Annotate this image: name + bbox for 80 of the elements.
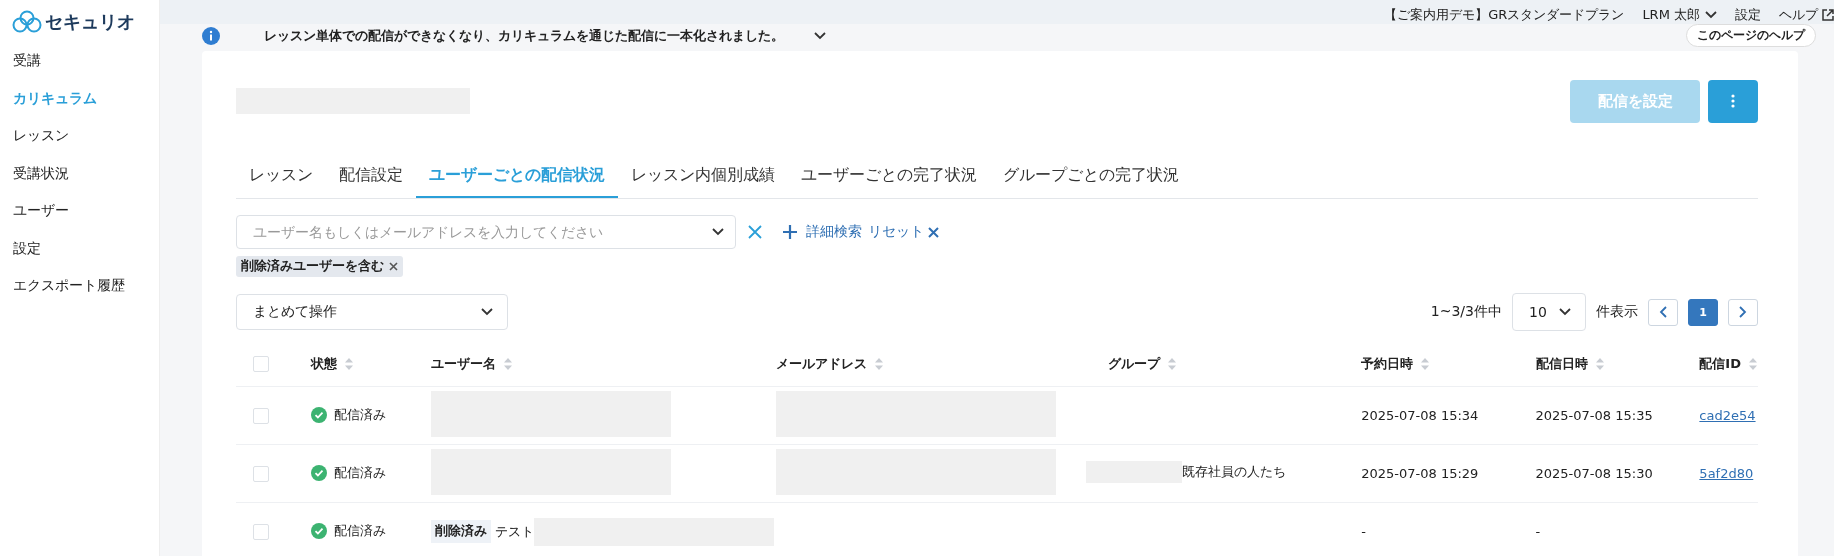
check-circle-icon: [311, 464, 328, 481]
filter-tag[interactable]: 削除済みユーザーを含む: [236, 256, 403, 277]
reset-link[interactable]: リセット: [868, 223, 939, 241]
page-help-button[interactable]: このページのヘルプ: [1686, 24, 1816, 47]
column-header[interactable]: 予約日時: [1361, 354, 1414, 373]
sort-icon[interactable]: [875, 357, 884, 370]
sort-icon[interactable]: [1421, 357, 1430, 370]
logo-icon: [12, 10, 42, 34]
chevron-down-icon: [1705, 11, 1717, 19]
checkbox[interactable]: [253, 465, 269, 482]
delivery-id-link[interactable]: cad2e54: [1699, 408, 1756, 423]
table-cell: テスト: [495, 522, 535, 541]
tab[interactable]: 配信設定: [326, 157, 416, 198]
plus-icon: [782, 224, 798, 240]
deleted-badge: 削除済み: [431, 520, 492, 543]
tab[interactable]: レッスン: [236, 157, 326, 198]
settings-link[interactable]: 設定: [1735, 6, 1761, 24]
info-icon: [202, 26, 220, 45]
chevron-left-icon: [1659, 306, 1667, 318]
check-circle-icon: [311, 522, 328, 539]
column-header[interactable]: メールアドレス: [776, 354, 868, 373]
per-page-dropdown[interactable]: 10: [1512, 293, 1586, 331]
table-cell: 既存社員の人たち: [1182, 463, 1287, 481]
result-count: 1~3/3件中: [1430, 303, 1502, 321]
sort-icon[interactable]: [345, 357, 354, 370]
sidebar-item[interactable]: エクスポート履歴: [0, 267, 159, 305]
chevron-down-icon[interactable]: [814, 31, 826, 40]
status-text: 配信済み: [334, 405, 387, 424]
sidebar-item[interactable]: 設定: [0, 229, 159, 267]
per-page-label: 件表示: [1596, 303, 1638, 321]
sort-icon[interactable]: [1168, 357, 1177, 370]
logo-text: セキュリオ: [45, 10, 135, 34]
search-field[interactable]: ユーザー名もしくはメールアドレスを入力してください: [236, 215, 736, 249]
user-menu[interactable]: LRM 太郎: [1642, 6, 1717, 24]
chevron-right-icon: [1739, 306, 1747, 318]
chevron-down-icon: [481, 308, 493, 316]
more-button[interactable]: [1708, 79, 1758, 123]
close-icon[interactable]: [389, 262, 398, 271]
table-cell: 2025-07-08 15:35: [1535, 408, 1653, 423]
status-text: 配信済み: [334, 521, 387, 540]
column-header[interactable]: 配信ID: [1699, 354, 1741, 373]
notice-text: レッスン単体での配信ができなくなり、カリキュラムを通じた配信に一本化されました。: [264, 26, 784, 45]
check-circle-icon: [311, 406, 328, 423]
plan-name[interactable]: 【ご案内用デモ】GRスタンダードプラン: [1384, 6, 1625, 24]
table-cell: -: [1361, 524, 1366, 539]
table-cell: 2025-07-08 15:29: [1361, 466, 1479, 481]
sidebar-item[interactable]: 受講状況: [0, 154, 159, 192]
sort-icon[interactable]: [1595, 357, 1604, 370]
chevron-down-icon[interactable]: [712, 228, 724, 236]
page-button[interactable]: 1: [1688, 298, 1718, 326]
delivery-id-link[interactable]: 5af2d80: [1699, 466, 1754, 481]
table-cell: -: [1535, 524, 1541, 539]
checkbox[interactable]: [253, 523, 269, 540]
sidebar-item[interactable]: 受講: [0, 42, 159, 80]
checkbox[interactable]: [253, 407, 269, 424]
bulk-action-dropdown[interactable]: まとめて操作: [236, 294, 508, 330]
vertical-dots-icon: [1731, 94, 1735, 108]
advanced-search-link[interactable]: 詳細検索: [782, 223, 862, 241]
column-header[interactable]: グループ: [1108, 354, 1161, 373]
column-header[interactable]: 配信日時: [1535, 354, 1588, 373]
close-icon: [928, 226, 939, 238]
chevron-down-icon: [1559, 308, 1571, 316]
status-text: 配信済み: [334, 463, 387, 482]
sidebar-item[interactable]: ユーザー: [0, 192, 159, 230]
next-page-button[interactable]: [1728, 298, 1758, 326]
sort-icon[interactable]: [504, 357, 513, 370]
checkbox[interactable]: [253, 355, 269, 372]
sort-icon[interactable]: [1749, 357, 1757, 370]
tab[interactable]: グループごとの完了状況: [990, 157, 1192, 198]
sidebar-item[interactable]: レッスン: [0, 117, 159, 155]
tab[interactable]: ユーザーごとの完了状況: [788, 157, 990, 198]
clear-icon[interactable]: [748, 225, 762, 239]
external-link-icon: [1822, 9, 1834, 21]
help-link[interactable]: ヘルプ: [1779, 6, 1818, 24]
column-header[interactable]: 状態: [311, 354, 338, 373]
table-cell: 2025-07-08 15:34: [1361, 408, 1479, 423]
column-header[interactable]: ユーザー名: [431, 354, 497, 373]
tab[interactable]: レッスン内個別成績: [618, 157, 788, 198]
previous-page-button[interactable]: [1648, 298, 1678, 326]
table-cell: 2025-07-08 15:30: [1535, 466, 1653, 481]
